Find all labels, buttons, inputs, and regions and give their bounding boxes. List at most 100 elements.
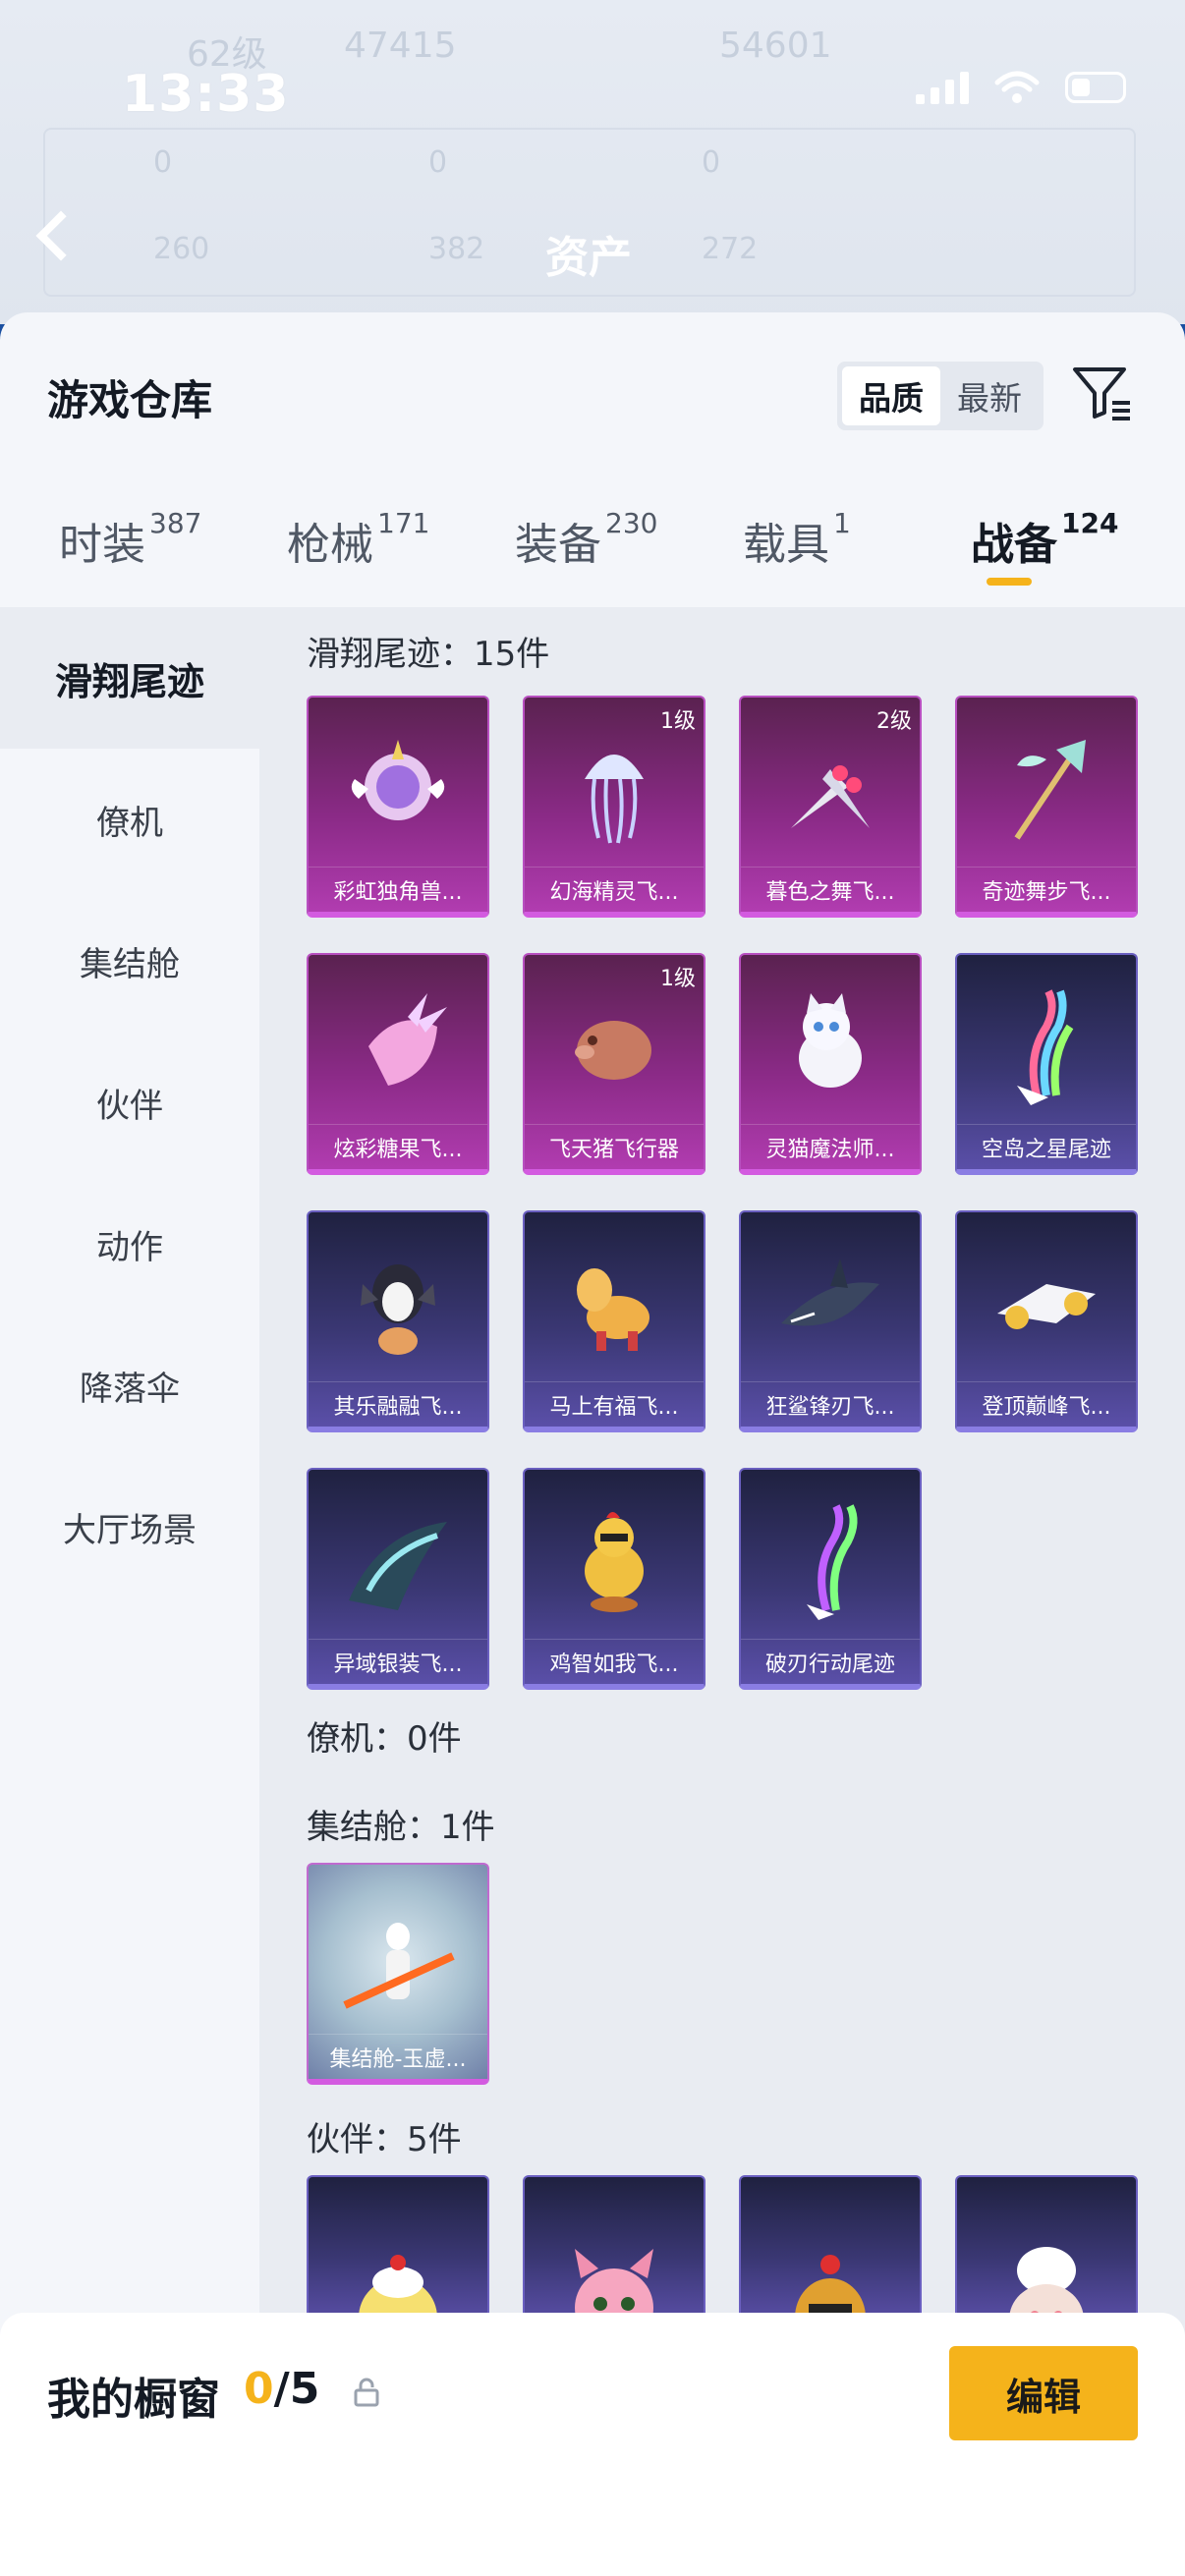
sidebar-item-lobby-scene[interactable]: 大厅场景 [0,1456,259,1597]
status-time: 13:33 [122,65,290,124]
item-card[interactable] [955,2175,1138,2330]
background-app: 62级 47415 54601 0 0 0 260 382 272 13:33 … [0,0,1185,324]
item-card[interactable]: 空岛之星尾迹 [955,953,1138,1175]
item-art [309,1220,487,1387]
chef-partner-icon [1009,2247,1084,2324]
section-label-glide-trail: 滑翔尾迹：15件 [307,635,550,674]
showcase-footer: 我的橱窗 0/5 编辑 [0,2313,1185,2576]
bg-stat: 382 [428,232,485,266]
warehouse-sheet: 游戏仓库 品质 最新 时装 387 枪械 171 装备 230 载具 1 战备 124 滑… [0,312,1185,2576]
item-grid-area: 滑翔尾迹：15件 僚机：0件 集结舱：1件 伙伴：5件 彩虹独角兽... 1级 幻海… [259,607,1185,2576]
item-art [309,705,487,872]
sidebar-item-glide-trail[interactable]: 滑翔尾迹 [0,607,259,749]
item-card[interactable]: 马上有福飞... [523,1210,705,1432]
trident-icon [1014,740,1086,840]
penguin-icon [361,1264,435,1355]
item-art [525,1220,704,1387]
item-name: 彩虹独角兽... [309,867,487,912]
tab-label: 枪械 [287,520,373,570]
item-card[interactable]: 彩虹独角兽... [307,696,489,918]
item-art [525,2185,704,2324]
section-label-wingman: 僚机：0件 [307,1719,462,1759]
candy-icon [368,993,447,1086]
item-name: 奇迹舞步飞... [957,867,1136,912]
item-card[interactable]: 集结舱-玉虚... [307,1863,489,2085]
category-tabs: 时装 387 枪械 171 装备 230 载具 1 战备 124 [0,507,1185,607]
showcase-count-current: 0 [244,2364,274,2414]
item-art [741,963,920,1130]
signal-icon [916,71,969,104]
item-art [309,1873,487,2040]
lock-icon [354,2378,379,2407]
tab-guns[interactable]: 枪械 171 [287,507,430,572]
showcase-count-total: /5 [273,2364,320,2414]
edit-button[interactable]: 编辑 [949,2346,1138,2440]
tab-count: 1 [833,507,851,539]
sidebar-item-parachute[interactable]: 降落伞 [0,1315,259,1456]
item-art [309,2185,487,2324]
wifi-icon [994,71,1040,103]
unicorn-badge-icon [351,740,445,820]
tab-label: 载具 [743,520,829,570]
sidebar: 滑翔尾迹 僚机 集结舱 伙伴 动作 降落伞 大厅场景 [0,607,259,2576]
sort-newest-button[interactable]: 最新 [940,366,1039,425]
item-name: 灵猫魔法师... [741,1124,920,1169]
item-art [741,2185,920,2324]
sidebar-item-wingman[interactable]: 僚机 [0,749,259,890]
item-card[interactable]: 1级 飞天猪飞行器 [523,953,705,1175]
item-art [309,963,487,1130]
item-card[interactable]: 奇迹舞步飞... [955,696,1138,918]
item-card[interactable]: 2级 暮色之舞飞... [739,696,922,918]
item-card[interactable]: 其乐融融飞... [307,1210,489,1432]
item-card[interactable] [307,2175,489,2330]
item-art [309,1478,487,1645]
pig-icon [575,1021,651,1080]
item-art [957,2185,1136,2324]
item-card[interactable] [523,2175,705,2330]
item-card[interactable]: 灵猫魔法师... [739,953,922,1175]
sidebar-item-emote[interactable]: 动作 [0,1173,259,1315]
bg-page-title: 资产 [545,233,632,283]
item-card[interactable]: 破刃行动尾迹 [739,1468,922,1690]
tab-label: 装备 [515,520,601,570]
item-card[interactable] [739,2175,922,2330]
showcase-label: 我的橱窗 [47,2375,220,2425]
cat-icon [799,993,862,1088]
bg-stat: 0 [153,145,173,180]
chick-partner-icon [359,2255,437,2324]
tab-equipment[interactable]: 装备 230 [515,507,657,572]
item-card[interactable]: 异域银装飞... [307,1468,489,1690]
sidebar-item-capsule[interactable]: 集结舱 [0,890,259,1032]
battery-icon [1065,72,1126,103]
filter-icon[interactable] [1071,362,1134,424]
twin-blades-icon [791,765,870,828]
status-icons [916,71,1126,104]
pink-creature-icon [575,2249,653,2324]
item-card[interactable]: 鸡智如我飞... [523,1468,705,1690]
item-card[interactable]: 狂鲨锋刃飞... [739,1210,922,1432]
item-name: 炫彩糖果飞... [309,1124,487,1169]
content-body: 滑翔尾迹 僚机 集结舱 伙伴 动作 降落伞 大厅场景 滑翔尾迹：15件 僚机：0… [0,607,1185,2576]
item-level-badge: 1级 [660,709,696,734]
silver-wings-icon [349,1522,447,1610]
tab-label: 战备 [971,520,1057,570]
item-card[interactable]: 1级 幻海精灵飞... [523,696,705,918]
tab-count: 387 [149,507,202,539]
bg-stat: 260 [153,232,210,266]
bg-stat: 0 [428,145,448,180]
item-card[interactable]: 登顶巅峰飞... [955,1210,1138,1432]
tab-label: 时装 [59,520,145,570]
tab-combat-gear[interactable]: 战备 124 [971,507,1118,586]
sort-quality-button[interactable]: 品质 [842,366,940,425]
tab-count: 171 [377,507,430,539]
sidebar-item-partner[interactable]: 伙伴 [0,1032,259,1173]
tab-fashion[interactable]: 时装 387 [59,507,202,572]
item-name: 异域银装飞... [309,1639,487,1684]
section-label-partner: 伙伴：5件 [307,2120,462,2159]
jet-icon [997,1284,1096,1329]
item-card[interactable]: 炫彩糖果飞... [307,953,489,1175]
item-name: 飞天猪飞行器 [525,1124,704,1169]
showcase-count: 0/5 [244,2364,319,2414]
item-art [957,1220,1136,1387]
tab-vehicles[interactable]: 载具 1 [743,507,851,572]
